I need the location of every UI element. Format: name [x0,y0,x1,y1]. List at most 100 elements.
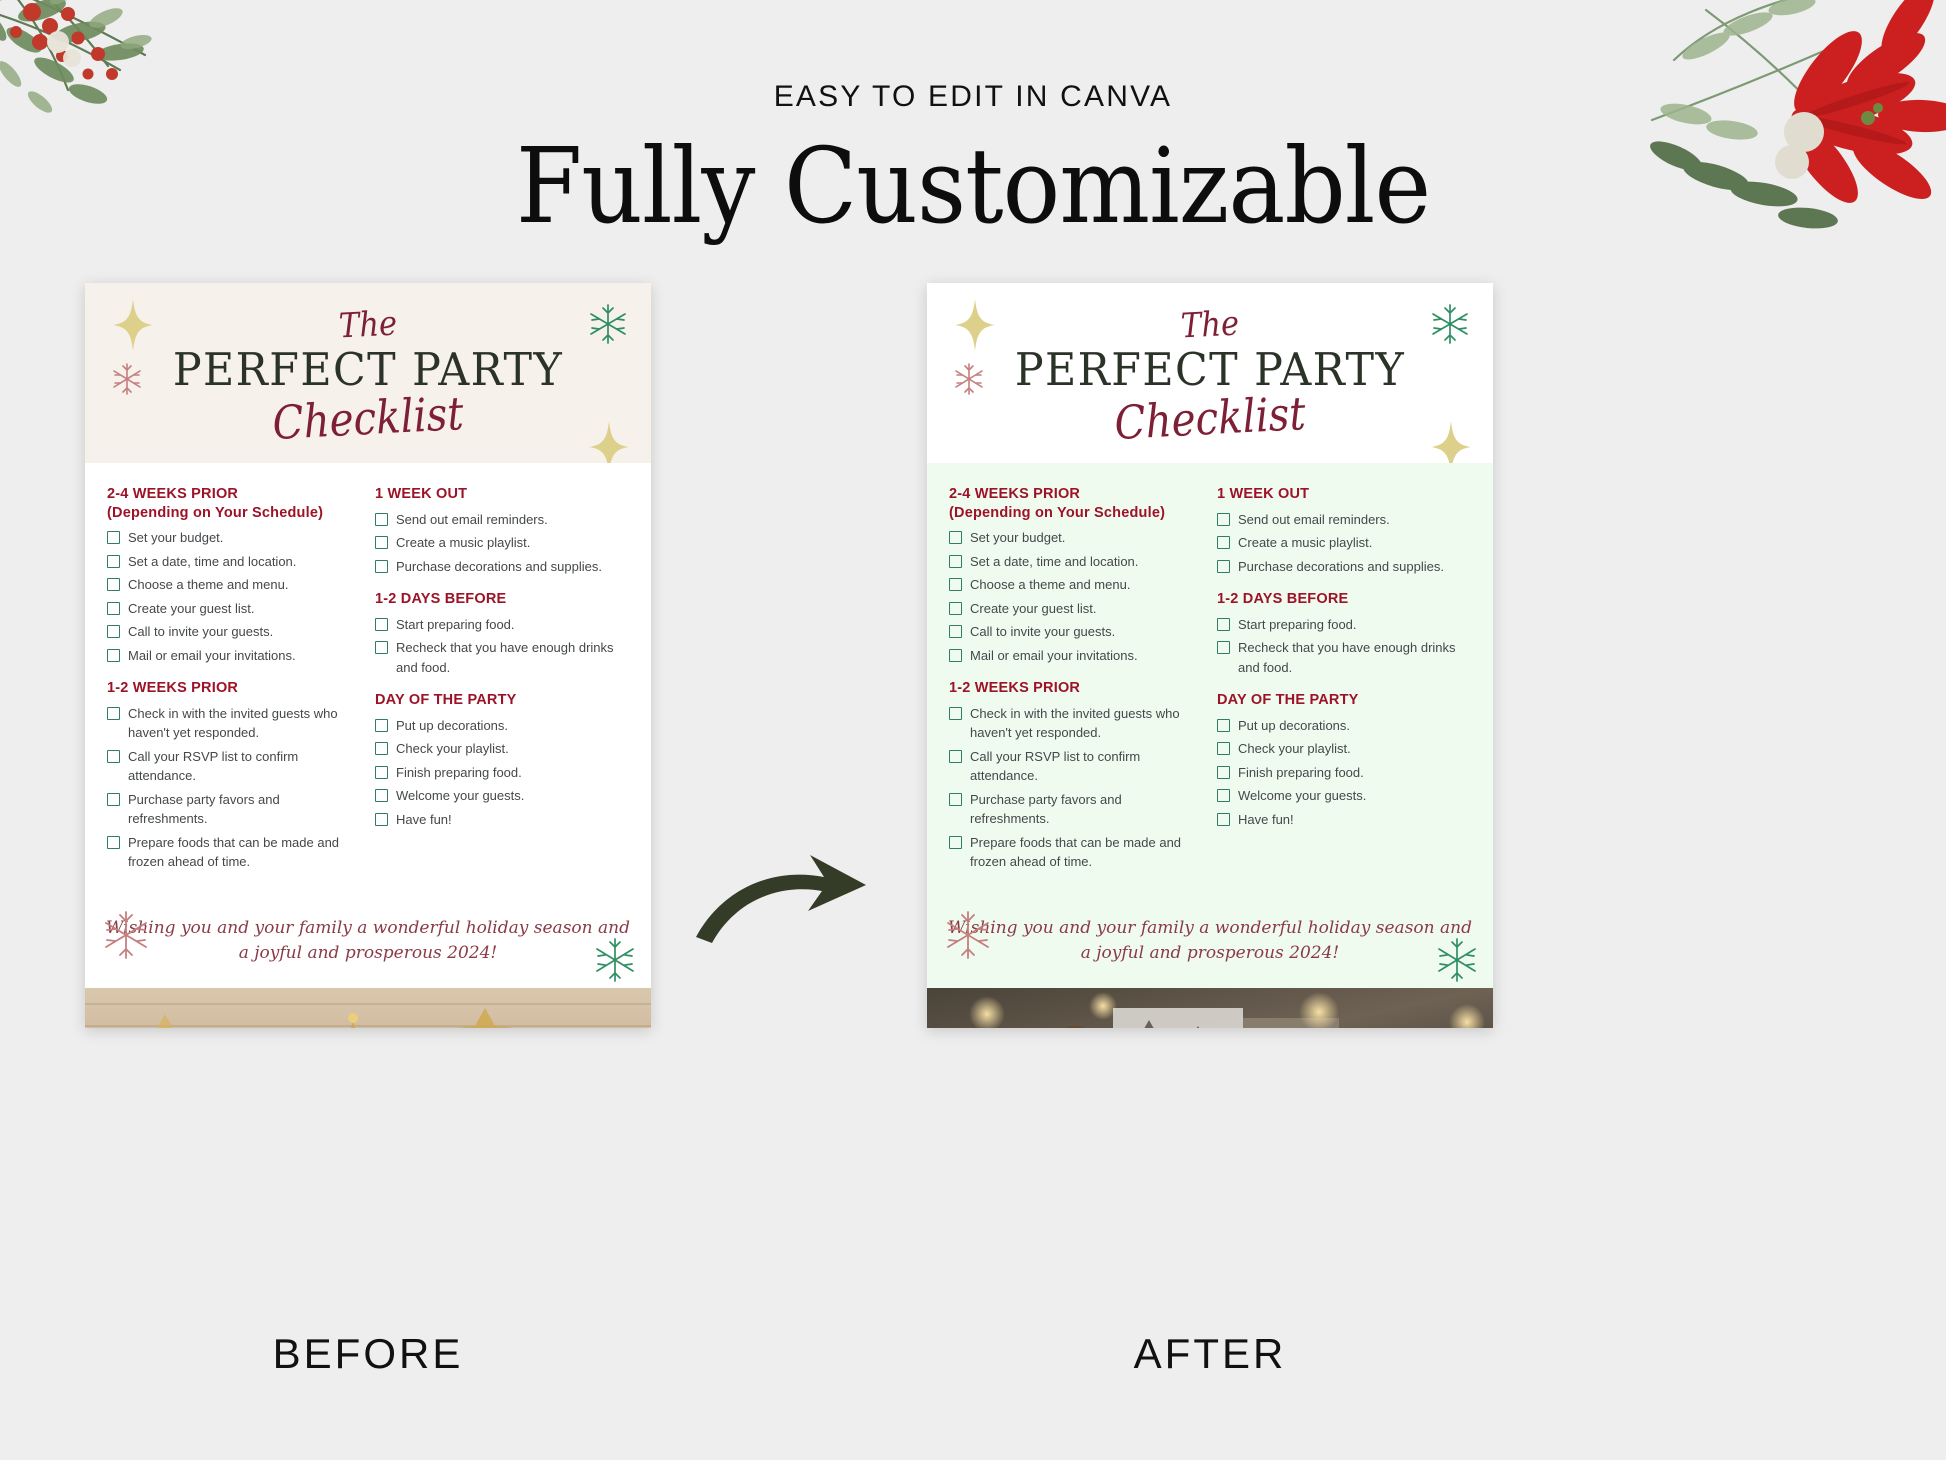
checklist-item[interactable]: Call to invite your guests. [107,622,361,642]
checklist-item[interactable]: Call your RSVP list to confirm attendanc… [107,747,361,786]
section-heading: 1-2 WEEKS PRIOR [107,680,239,697]
checklist-item[interactable]: Choose a theme and menu. [107,575,361,595]
checklist-item[interactable]: Mail or email your invitations. [949,646,1203,666]
checklist-item[interactable]: Mail or email your invitations. [107,646,361,666]
checkbox-icon[interactable] [375,559,388,573]
checkbox-icon[interactable] [375,718,388,732]
checkbox-icon[interactable] [107,531,120,545]
checklist-item[interactable]: Finish preparing food. [375,763,629,783]
checklist-item[interactable]: Choose a theme and menu. [949,575,1203,595]
checkbox-icon[interactable] [375,765,388,779]
checklist-item[interactable]: Welcome your guests. [375,786,629,806]
checklist-items: Set your budget. Set a date, time and loc… [949,528,1203,665]
checklist-item[interactable]: Set a date, time and location. [949,552,1203,572]
checkbox-icon[interactable] [949,531,962,545]
checklist-item[interactable]: Check your playlist. [375,739,629,759]
checkbox-icon[interactable] [375,742,388,756]
checkbox-icon[interactable] [107,601,120,615]
curved-arrow-icon [696,855,866,943]
checklist-item-label: Create a music playlist. [396,535,531,551]
checklist-item[interactable]: Set your budget. [107,528,361,548]
checkbox-icon[interactable] [1217,536,1230,550]
checklist-item[interactable]: Purchase decorations and supplies. [1217,557,1471,577]
checkbox-icon[interactable] [949,648,962,662]
checklist-item-label: Set your budget. [128,530,224,546]
checkbox-icon[interactable] [107,625,120,639]
checklist-panel-before[interactable]: The PERFECT PARTY Checklist 2-4 WEEKS PR… [85,283,651,1028]
checklist-item[interactable]: Have fun! [375,810,629,830]
checkbox-icon[interactable] [1217,765,1230,779]
checkbox-icon[interactable] [1217,718,1230,732]
checklist-item[interactable]: Prepare foods that can be made and froze… [949,833,1203,872]
checklist-item[interactable]: Check in with the invited guests who hav… [949,704,1203,743]
checklist-item[interactable]: Start preparing food. [1217,615,1471,635]
checklist-item[interactable]: Purchase party favors and refreshments. [107,790,361,829]
checkbox-icon[interactable] [1217,617,1230,631]
checkbox-icon[interactable] [949,835,962,849]
checkbox-icon[interactable] [107,578,120,592]
checklist-item-label: Purchase party favors and refreshments. [128,791,280,827]
checkbox-icon[interactable] [949,749,962,763]
checkbox-icon[interactable] [107,706,120,720]
checkbox-icon[interactable] [375,536,388,550]
checklist-item[interactable]: Recheck that you have enough drinks and … [375,638,629,677]
checklist-item[interactable]: Have fun! [1217,810,1471,830]
checklist-item[interactable]: Purchase decorations and supplies. [375,557,629,577]
checklist-item-label: Recheck that you have enough drinks and … [1238,640,1456,675]
checkbox-icon[interactable] [949,792,962,806]
checkbox-icon[interactable] [107,648,120,662]
section-subheading: (Depending on Your Schedule) [949,504,1166,521]
checklist-item[interactable]: Send out email reminders. [375,510,629,530]
checkbox-icon[interactable] [1217,641,1230,655]
checklist-item[interactable]: Send out email reminders. [1217,510,1471,530]
checkbox-icon[interactable] [1217,742,1230,756]
checkbox-icon[interactable] [107,835,120,849]
checkbox-icon[interactable] [949,578,962,592]
checklist-item[interactable]: Welcome your guests. [1217,786,1471,806]
checklist-item[interactable]: Recheck that you have enough drinks and … [1217,638,1471,677]
checklist-item[interactable]: Create a music playlist. [1217,533,1471,553]
checkbox-icon[interactable] [107,749,120,763]
checklist-items: Put up decorations. Check your playlist. F… [375,716,629,830]
checklist-item[interactable]: Start preparing food. [375,615,629,635]
checkbox-icon[interactable] [949,706,962,720]
checklist-item[interactable]: Finish preparing food. [1217,763,1471,783]
checklist-item[interactable]: Call to invite your guests. [949,622,1203,642]
checklist-item[interactable]: Create your guest list. [107,599,361,619]
checkbox-icon[interactable] [1217,512,1230,526]
checkbox-icon[interactable] [1217,812,1230,826]
checklist-item[interactable]: Put up decorations. [375,716,629,736]
checkbox-icon[interactable] [1217,789,1230,803]
checkbox-icon[interactable] [1217,559,1230,573]
checklist-item[interactable]: Create a music playlist. [375,533,629,553]
checkbox-icon[interactable] [107,792,120,806]
checklist-item[interactable]: Put up decorations. [1217,716,1471,736]
checkbox-icon[interactable] [949,554,962,568]
checklist-item-label: Set your budget. [970,530,1066,546]
section-heading: 2-4 WEEKS PRIOR (Depending on Your Schedu… [107,485,361,522]
checkbox-icon[interactable] [375,617,388,631]
checkbox-icon[interactable] [949,601,962,615]
snowflake-icon [596,938,634,982]
checkbox-icon[interactable] [375,812,388,826]
checkbox-icon[interactable] [375,512,388,526]
checklist-item-label: Send out email reminders. [1238,511,1390,527]
caption-after: AFTER [1133,1330,1287,1377]
checklist-item[interactable]: Check your playlist. [1217,739,1471,759]
checkbox-icon[interactable] [949,625,962,639]
checklist-item[interactable]: Set your budget. [949,528,1203,548]
checklist-panel-after[interactable]: The PERFECT PARTY Checklist 2-4 WEEKS PR… [927,283,1493,1028]
checklist-item[interactable]: Check in with the invited guests who hav… [107,704,361,743]
section-heading: 1 WEEK OUT [1217,486,1310,502]
checkbox-icon[interactable] [375,789,388,803]
section-heading: 1-2 DAYS BEFORE [375,591,507,608]
checklist-right-column: 1 WEEK OUT Send out email reminders. Creat… [1217,485,1471,876]
checklist-item[interactable]: Set a date, time and location. [107,552,361,572]
checklist-item[interactable]: Prepare foods that can be made and froze… [107,833,361,872]
checklist-item[interactable]: Purchase party favors and refreshments. [949,790,1203,829]
checklist-item[interactable]: Call your RSVP list to confirm attendanc… [949,747,1203,786]
checkbox-icon[interactable] [107,554,120,568]
checklist-items: Put up decorations. Check your playlist. F… [1217,716,1471,830]
checklist-item[interactable]: Create your guest list. [949,599,1203,619]
checkbox-icon[interactable] [375,641,388,655]
